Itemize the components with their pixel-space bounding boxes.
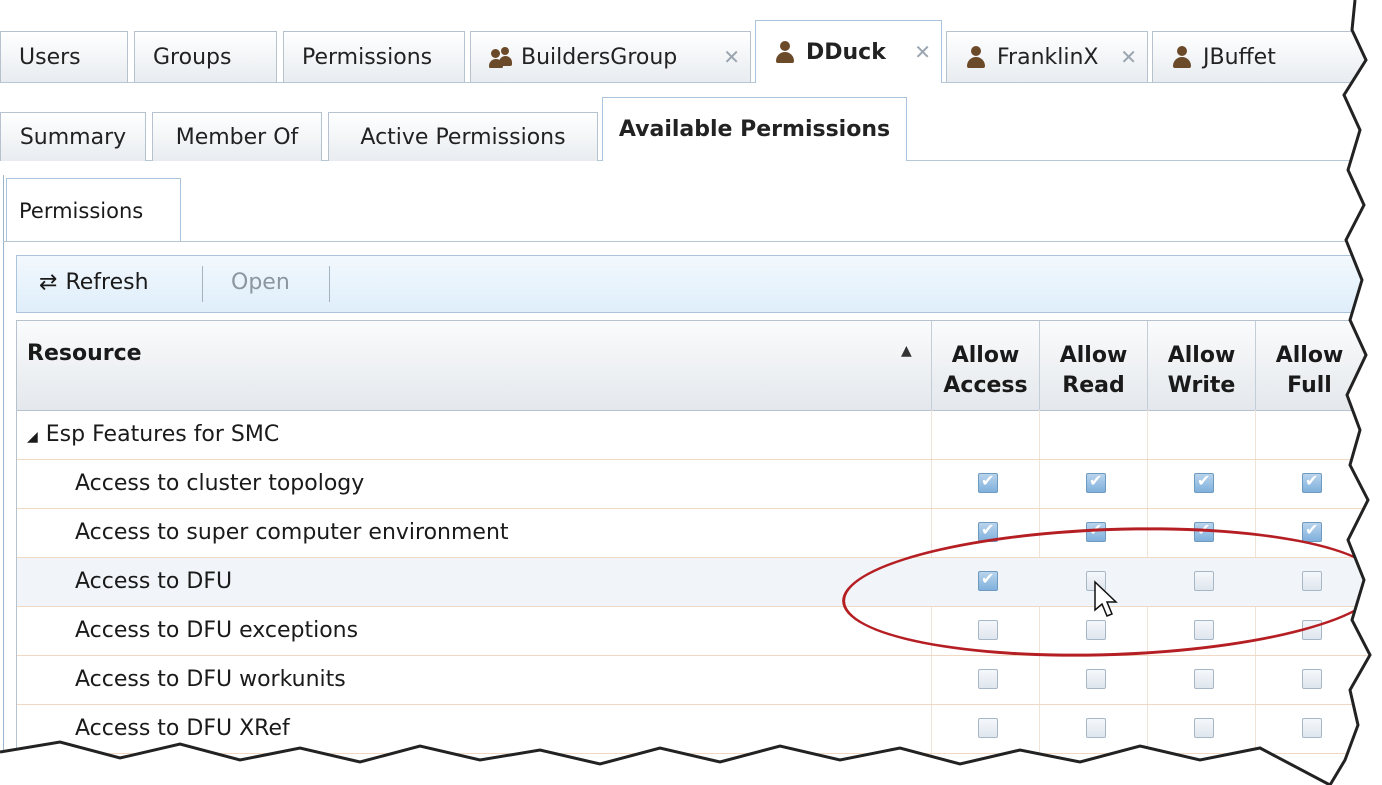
permissions-window: Users Groups Permissions BuildersGroup ✕… (0, 0, 1382, 785)
torn-edge-decoration (0, 0, 1382, 785)
